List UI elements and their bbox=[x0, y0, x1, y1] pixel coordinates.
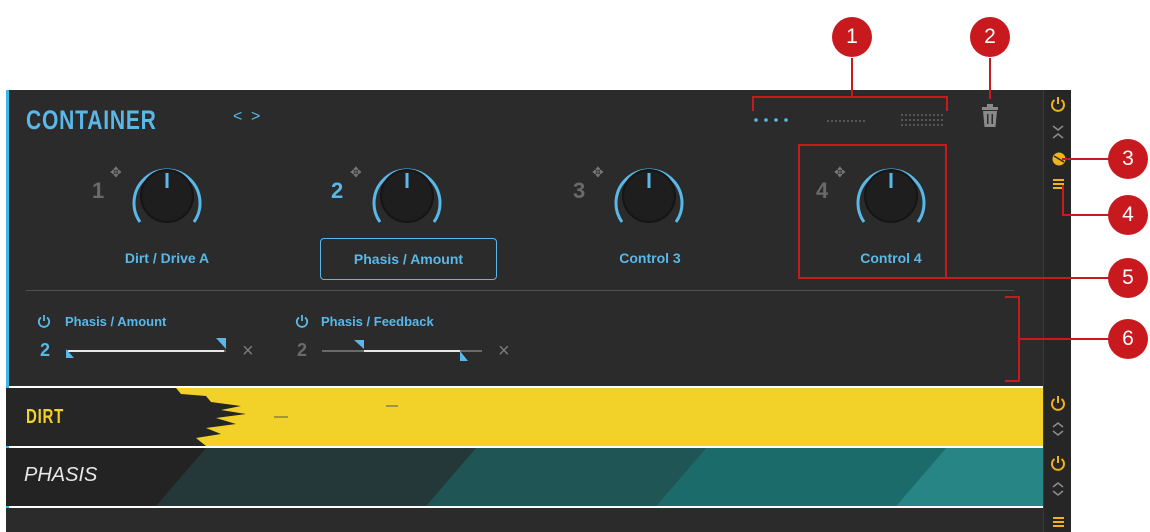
callout-2: 2 bbox=[970, 17, 1010, 57]
callout-3: 3 bbox=[1108, 139, 1148, 179]
callout-6: 6 bbox=[1108, 319, 1148, 359]
callout-1: 1 bbox=[832, 17, 872, 57]
callout-5: 5 bbox=[1108, 258, 1148, 298]
callout-4: 4 bbox=[1108, 195, 1148, 235]
callout-lines bbox=[752, 58, 1110, 382]
